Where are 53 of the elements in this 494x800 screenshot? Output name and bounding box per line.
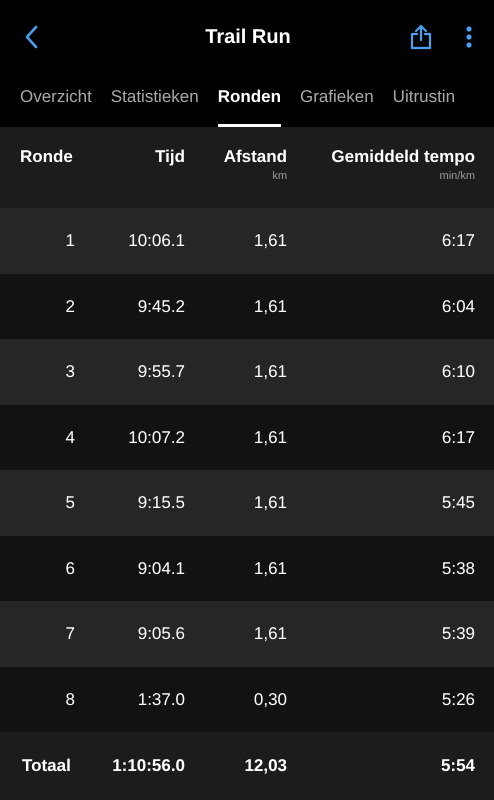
more-button[interactable] bbox=[466, 26, 472, 48]
table-cell: 10:07.2 bbox=[128, 428, 185, 448]
table-cell: 9:55.7 bbox=[138, 362, 185, 382]
table-cell: 5:45 bbox=[442, 493, 475, 514]
tab[interactable]: Grafieken bbox=[300, 74, 374, 127]
column-unit: min/km bbox=[440, 170, 475, 182]
tab[interactable]: Uitrustin bbox=[392, 74, 456, 127]
table-cell: 7 bbox=[66, 624, 75, 644]
tab[interactable]: Overzicht bbox=[20, 74, 92, 127]
column-header: Ronde bbox=[20, 146, 73, 167]
table-cell: 1,61 bbox=[254, 624, 287, 644]
back-icon bbox=[24, 25, 38, 50]
table-cell: 4 bbox=[66, 428, 75, 448]
table-cell: 6 bbox=[66, 558, 75, 579]
table-cell: 9:04.1 bbox=[138, 558, 185, 579]
table-cell: 10:06.1 bbox=[128, 231, 185, 252]
column-header: Gemiddeld tempo bbox=[331, 146, 475, 167]
screen-title: Trail Run bbox=[204, 26, 292, 49]
table-cell: 1,61 bbox=[254, 362, 287, 382]
table-cell: 3 bbox=[66, 362, 75, 382]
share-button[interactable] bbox=[410, 24, 432, 50]
table-cell: 1 bbox=[66, 231, 75, 252]
table-cell: 1,61 bbox=[254, 231, 287, 252]
table-cell: 1:37.0 bbox=[138, 690, 185, 710]
table-cell: 5:26 bbox=[442, 690, 475, 710]
table-cell: 5:38 bbox=[442, 558, 475, 579]
more-icon bbox=[466, 26, 472, 48]
tab[interactable]: Statistieken bbox=[110, 74, 199, 127]
table-cell: 6:17 bbox=[442, 428, 475, 448]
table-cell: 9:15.5 bbox=[138, 493, 185, 514]
table-cell: 6:17 bbox=[442, 231, 475, 252]
table-cell: 2 bbox=[66, 296, 75, 317]
table-cell: 9:45.2 bbox=[138, 296, 185, 317]
share-icon bbox=[410, 24, 432, 50]
table-cell: 6:10 bbox=[442, 362, 475, 382]
column-unit: km bbox=[272, 170, 287, 182]
table-cell: 5 bbox=[66, 493, 75, 514]
column-header: Tijd bbox=[155, 146, 185, 167]
back-button[interactable] bbox=[24, 25, 38, 50]
table-cell: 6:04 bbox=[442, 296, 475, 317]
total-cell: 1:10:56.0 bbox=[112, 756, 185, 776]
table-cell: 5:39 bbox=[442, 624, 475, 644]
table-cell: 1,61 bbox=[254, 558, 287, 579]
total-cell: Totaal bbox=[22, 756, 71, 776]
table-cell: 0,30 bbox=[254, 690, 287, 710]
total-cell: 5:54 bbox=[440, 756, 475, 776]
table-cell: 9:05.6 bbox=[138, 624, 185, 644]
table-cell: 1,61 bbox=[254, 296, 287, 317]
column-header: Afstand bbox=[224, 146, 287, 167]
total-cell: 12,03 bbox=[244, 756, 287, 776]
table-cell: 8 bbox=[66, 690, 75, 710]
table-cell: 1,61 bbox=[254, 493, 287, 514]
table-cell: 1,61 bbox=[254, 428, 287, 448]
